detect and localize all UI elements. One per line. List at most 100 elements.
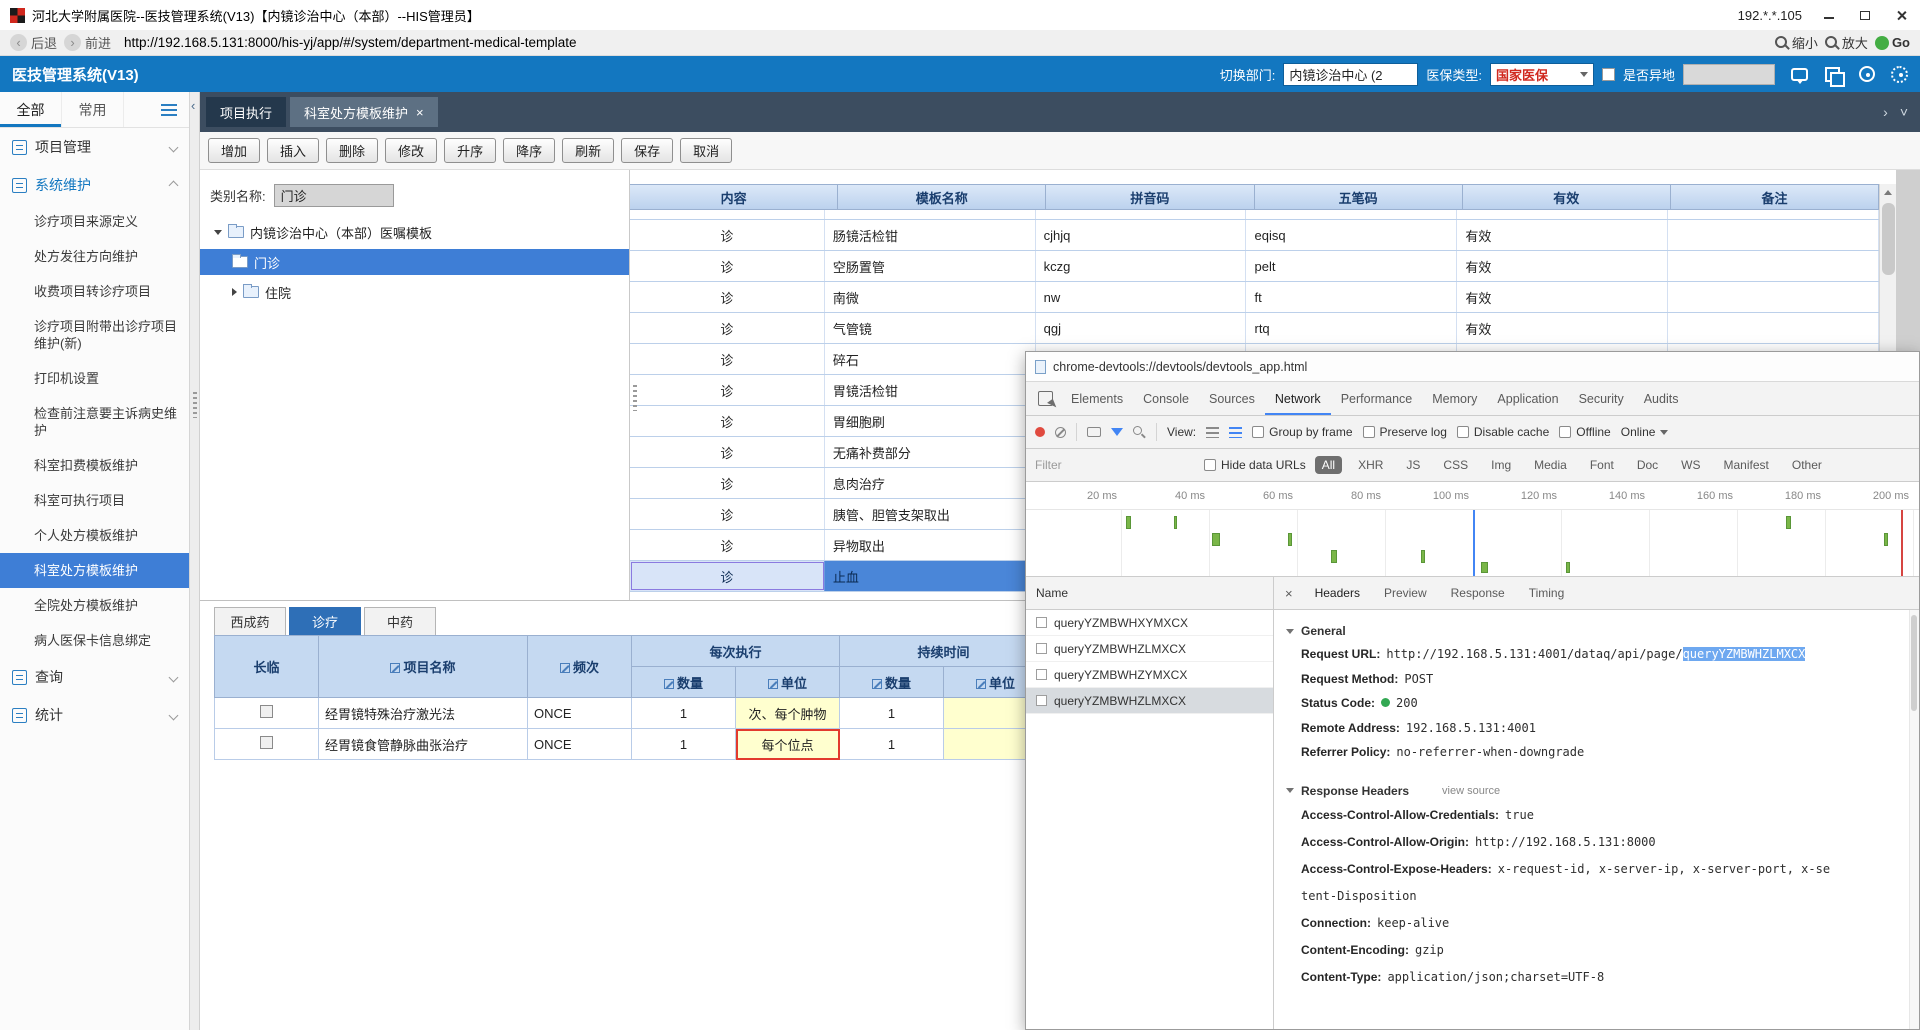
- sidebar-item[interactable]: 科室可执行项目: [0, 483, 189, 518]
- disable-cache-option[interactable]: Disable cache: [1456, 425, 1549, 439]
- message-icon[interactable]: [1791, 67, 1808, 84]
- table-row[interactable]: [630, 210, 1879, 220]
- cancel-button[interactable]: 取消: [680, 138, 733, 163]
- tab-project-execution[interactable]: 项目执行: [206, 97, 287, 127]
- go-button[interactable]: Go: [1874, 35, 1910, 50]
- sidebar-splitter[interactable]: [190, 92, 200, 1030]
- hide-data-urls-option[interactable]: Hide data URLs: [1204, 458, 1306, 472]
- sidebar-item[interactable]: 处方发往方向维护: [0, 239, 189, 274]
- sidebar-group-project[interactable]: 项目管理: [0, 128, 189, 166]
- checkbox[interactable]: [1204, 459, 1216, 471]
- column-group-header[interactable]: 每次执行: [631, 635, 840, 667]
- close-detail-icon[interactable]: ×: [1276, 577, 1302, 609]
- column-header[interactable]: 内容: [630, 185, 839, 209]
- column-header[interactable]: 五笔码: [1255, 185, 1463, 209]
- tab-headers[interactable]: Headers: [1304, 577, 1371, 609]
- insert-button[interactable]: 插入: [267, 138, 320, 163]
- frequency-cell[interactable]: ONCE: [527, 697, 632, 729]
- scroll-thumb[interactable]: [1911, 615, 1917, 711]
- sidebar-item[interactable]: 检查前注意要主诉病史维护: [0, 396, 189, 448]
- table-row[interactable]: 经胃镜特殊治疗激光法 ONCE 1 次、每个肿物 1: [214, 697, 1048, 729]
- tab-performance[interactable]: Performance: [1331, 382, 1423, 415]
- tree-root-node[interactable]: 内镜诊治中心（本部）医嘱模板: [200, 219, 629, 245]
- tab-console[interactable]: Console: [1133, 382, 1199, 415]
- switch-dept-input[interactable]: 内镜诊治中心 (2: [1283, 62, 1419, 86]
- unit-cell[interactable]: 次、每个肿物: [735, 697, 840, 729]
- tab-application[interactable]: Application: [1487, 382, 1568, 415]
- column-header[interactable]: 备注: [1671, 185, 1880, 209]
- add-button[interactable]: 增加: [208, 138, 261, 163]
- eye-icon[interactable]: [1859, 66, 1875, 82]
- back-button[interactable]: 后退: [10, 33, 57, 52]
- minimize-button[interactable]: [1820, 7, 1838, 23]
- filter-input[interactable]: Filter: [1035, 458, 1195, 472]
- tab-dept-template[interactable]: 科室处方模板维护 ×: [290, 97, 438, 127]
- maximize-button[interactable]: [1856, 7, 1874, 23]
- detail-scrollbar[interactable]: [1909, 610, 1919, 1029]
- caret-right-icon[interactable]: [232, 288, 237, 296]
- drag-handle[interactable]: [633, 385, 637, 411]
- general-section-title[interactable]: General: [1286, 624, 1905, 638]
- row-checkbox[interactable]: [260, 705, 273, 718]
- sidebar-group-query[interactable]: 查询: [0, 658, 189, 696]
- request-row-selected[interactable]: queryYZMBWHZLMXCX: [1026, 688, 1273, 714]
- filter-icon[interactable]: [1111, 428, 1123, 436]
- unit-cell-highlighted[interactable]: 每个位点: [735, 728, 840, 760]
- modify-button[interactable]: 修改: [385, 138, 438, 163]
- view-source-link[interactable]: view source: [1442, 785, 1500, 797]
- scroll-thumb[interactable]: [1881, 203, 1895, 275]
- filter-pill[interactable]: JS: [1399, 456, 1427, 474]
- clear-icon[interactable]: [1055, 426, 1066, 438]
- duration-quantity-cell[interactable]: 1: [839, 697, 944, 729]
- column-header[interactable]: 数量: [839, 666, 944, 698]
- row-checkbox[interactable]: [260, 736, 273, 749]
- tab-memory[interactable]: Memory: [1422, 382, 1487, 415]
- table-row[interactable]: 经胃镜食管静脉曲张治疗 ONCE 1 每个位点 1: [214, 728, 1048, 760]
- offsite-checkbox[interactable]: [1601, 67, 1615, 81]
- table-row[interactable]: 诊气管镜 qgj rtq 有效: [630, 313, 1879, 344]
- checkbox[interactable]: [1456, 426, 1469, 438]
- throttling-select[interactable]: Online: [1621, 425, 1669, 439]
- hamburger-icon[interactable]: [161, 103, 177, 116]
- group-by-frame-option[interactable]: Group by frame: [1252, 425, 1353, 439]
- drag-handle[interactable]: [193, 392, 197, 418]
- tab-treatment[interactable]: 诊疗: [289, 607, 361, 635]
- inspect-element-icon[interactable]: [1038, 391, 1053, 406]
- delete-button[interactable]: 删除: [326, 138, 379, 163]
- close-button[interactable]: [1892, 7, 1910, 23]
- filter-pill[interactable]: Img: [1484, 456, 1518, 474]
- column-group-header[interactable]: 持续时间: [839, 635, 1048, 667]
- checkbox[interactable]: [1559, 426, 1572, 438]
- record-button[interactable]: [1035, 427, 1045, 437]
- caret-down-icon[interactable]: [214, 229, 222, 235]
- save-button[interactable]: 保存: [621, 138, 674, 163]
- request-row[interactable]: queryYZMBWHZYMXCX: [1026, 662, 1273, 688]
- zoom-in-button[interactable]: 放大: [1824, 33, 1868, 52]
- gear-icon[interactable]: [1891, 65, 1908, 83]
- view-overview-icon[interactable]: [1229, 426, 1243, 438]
- filter-pill[interactable]: Media: [1527, 456, 1574, 474]
- quantity-cell[interactable]: 1: [631, 728, 736, 760]
- sidebar-group-stats[interactable]: 统计: [0, 696, 189, 734]
- item-name-cell[interactable]: 经胃镜特殊治疗激光法: [318, 697, 528, 729]
- quantity-cell[interactable]: 1: [631, 697, 736, 729]
- tab-western-medicine[interactable]: 西成药: [214, 607, 286, 635]
- collapse-sidebar-icon[interactable]: [191, 98, 195, 113]
- tab-elements[interactable]: Elements: [1061, 382, 1133, 415]
- tree-node-inpatient[interactable]: 住院: [200, 279, 629, 305]
- search-icon[interactable]: [1133, 425, 1146, 439]
- preserve-log-option[interactable]: Preserve log: [1362, 425, 1447, 439]
- request-row[interactable]: queryYZMBWHXYMXCX: [1026, 610, 1273, 636]
- table-row[interactable]: 诊南微 nw ft 有效: [630, 282, 1879, 313]
- name-column-header[interactable]: Name: [1026, 577, 1273, 610]
- scroll-up-button[interactable]: [1880, 184, 1896, 201]
- sidebar-item[interactable]: 病人医保卡信息绑定: [0, 623, 189, 658]
- tree-node-outpatient[interactable]: 门诊: [200, 249, 629, 275]
- tab-network[interactable]: Network: [1265, 382, 1331, 415]
- column-header[interactable]: 模板名称: [838, 185, 1047, 209]
- tab-response[interactable]: Response: [1440, 577, 1516, 609]
- tab-scroll-right-icon[interactable]: [1883, 104, 1888, 120]
- sidebar-tab-all[interactable]: 全部: [0, 92, 62, 127]
- filter-pill[interactable]: Font: [1583, 456, 1621, 474]
- sort-desc-button[interactable]: 降序: [503, 138, 556, 163]
